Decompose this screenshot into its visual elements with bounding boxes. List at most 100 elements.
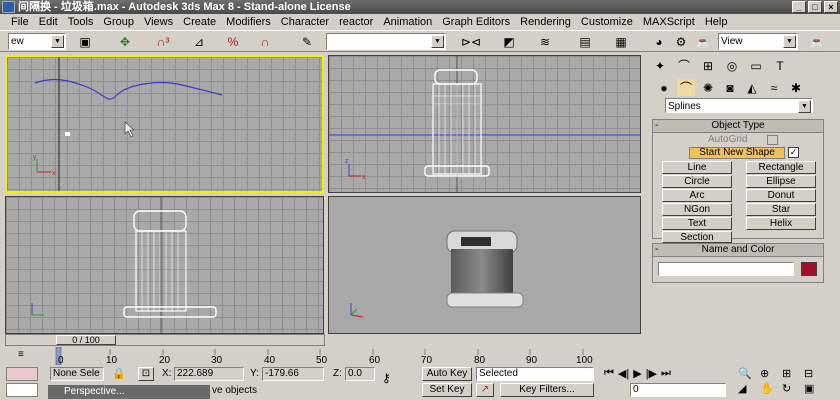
play-icon[interactable]: ▶: [633, 367, 641, 380]
circle-button[interactable]: Circle: [662, 175, 732, 188]
menu-group[interactable]: Group: [98, 16, 139, 28]
menu-create[interactable]: Create: [178, 16, 221, 28]
maximize-button[interactable]: □: [808, 1, 822, 13]
zoom-extents-icon[interactable]: ⊞: [782, 367, 804, 380]
menu-rendering[interactable]: Rendering: [515, 16, 576, 28]
section-button[interactable]: Section: [662, 231, 732, 243]
align-icon[interactable]: ◩: [500, 33, 518, 50]
maxscript-listener-pink[interactable]: [6, 367, 38, 381]
schematic-view-icon[interactable]: ▦: [612, 33, 630, 50]
set-key-button[interactable]: Set Key: [422, 383, 472, 397]
line-button[interactable]: Line: [662, 161, 732, 174]
z-coordinate-field[interactable]: 0.0: [345, 367, 375, 381]
spinner-snap-icon[interactable]: ∩: [256, 33, 274, 50]
x-coordinate-field[interactable]: 222.689: [174, 367, 244, 381]
create-tab-icon[interactable]: ✦: [651, 57, 669, 74]
edit-named-selection-icon[interactable]: ✎: [298, 33, 316, 50]
menu-modifiers[interactable]: Modifiers: [221, 16, 276, 28]
viewport-front[interactable]: x z: [328, 55, 641, 193]
utilities-tab-icon[interactable]: T: [771, 57, 789, 74]
key-icon[interactable]: ⚷: [382, 371, 391, 385]
maximize-viewport-icon[interactable]: ▣: [804, 382, 826, 395]
minimize-button[interactable]: _: [792, 1, 806, 13]
taskbar-perspective[interactable]: Perspective...: [48, 385, 210, 399]
curve-editor-icon[interactable]: ▤: [576, 33, 594, 50]
object-name-field[interactable]: [658, 262, 794, 276]
donut-button[interactable]: Donut: [746, 189, 816, 202]
menu-animation[interactable]: Animation: [378, 16, 437, 28]
goto-end-icon[interactable]: ⏭: [661, 367, 671, 380]
zoom-icon[interactable]: 🔍: [738, 367, 760, 380]
menu-edit[interactable]: Edit: [34, 16, 63, 28]
arc-button[interactable]: Arc: [662, 189, 732, 202]
menu-tools[interactable]: Tools: [63, 16, 99, 28]
mini-listener-icon[interactable]: ≡: [18, 349, 32, 361]
y-coordinate-field[interactable]: -179.66: [262, 367, 324, 381]
menu-customize[interactable]: Customize: [576, 16, 638, 28]
category-dropdown[interactable]: Splines ▼: [665, 98, 813, 113]
lights-icon[interactable]: ✺: [699, 79, 717, 96]
menu-character[interactable]: Character: [276, 16, 334, 28]
app-icon[interactable]: [2, 1, 15, 13]
menu-views[interactable]: Views: [139, 16, 178, 28]
close-button[interactable]: ×: [824, 1, 838, 13]
motion-tab-icon[interactable]: ◎: [723, 57, 741, 74]
space-warps-icon[interactable]: ≈: [765, 79, 783, 96]
menu-graph-editors[interactable]: Graph Editors: [437, 16, 515, 28]
menu-reactor[interactable]: reactor: [334, 16, 378, 28]
object-type-header[interactable]: - Object Type: [653, 120, 823, 133]
prev-frame-icon[interactable]: ◀|: [618, 367, 629, 380]
key-mode-dropdown[interactable]: Selected: [476, 367, 594, 381]
frame-counter[interactable]: 0 / 100: [56, 335, 116, 345]
autogrid-checkbox[interactable]: [767, 135, 778, 145]
ellipse-button[interactable]: Ellipse: [746, 175, 816, 188]
menu-help[interactable]: Help: [700, 16, 733, 28]
material-editor-icon[interactable]: ◕: [650, 33, 668, 50]
next-frame-icon[interactable]: |▶: [646, 367, 657, 380]
start-new-shape-checkbox[interactable]: ✓: [788, 147, 799, 158]
helix-button[interactable]: Helix: [746, 217, 816, 230]
angle-snap-icon[interactable]: ⊿: [190, 33, 208, 50]
menu-maxscript[interactable]: MAXScript: [638, 16, 700, 28]
shapes-icon[interactable]: ⌒: [677, 79, 695, 96]
cameras-icon[interactable]: ◙: [721, 79, 739, 96]
percent-snap-icon[interactable]: %: [224, 33, 242, 50]
render-scene-icon[interactable]: ⚙: [672, 33, 690, 50]
layer-manager-icon[interactable]: ≋: [536, 33, 554, 50]
object-color-swatch[interactable]: [801, 262, 817, 276]
hierarchy-tab-icon[interactable]: ⊞: [699, 57, 717, 74]
goto-start-icon[interactable]: ⏮: [604, 367, 614, 380]
viewport-perspective[interactable]: [328, 196, 641, 334]
maxscript-listener-white[interactable]: [6, 383, 38, 397]
zoom-all-icon[interactable]: ⊕: [760, 367, 782, 380]
rectangle-button[interactable]: Rectangle: [746, 161, 816, 174]
geometry-icon[interactable]: ●: [655, 79, 673, 96]
select-by-name-icon[interactable]: ▣: [76, 33, 94, 50]
mirror-icon[interactable]: ⊳⊲: [461, 33, 481, 50]
systems-icon[interactable]: ✱: [787, 79, 805, 96]
menu-file[interactable]: File: [6, 16, 34, 28]
viewport-top[interactable]: y x: [5, 55, 324, 193]
star-button[interactable]: Star: [746, 203, 816, 216]
pan-icon[interactable]: ✋: [760, 382, 782, 395]
named-selection-dropdown[interactable]: ▼: [326, 33, 446, 50]
render-last-icon[interactable]: ☕: [808, 33, 826, 50]
selection-filter-dropdown[interactable]: ew ▼: [8, 33, 66, 50]
orbit-icon[interactable]: ↻: [782, 382, 804, 395]
modify-tab-icon[interactable]: ⌒: [675, 57, 693, 74]
field-of-view-icon[interactable]: ◢: [738, 382, 760, 395]
render-type-dropdown[interactable]: View ▼: [718, 33, 798, 50]
ngon-button[interactable]: NGon: [662, 203, 732, 216]
key-filters-button[interactable]: Key Filters...: [500, 383, 594, 397]
viewport-left[interactable]: [5, 196, 324, 334]
move-icon[interactable]: ✥: [116, 33, 134, 50]
lock-icon[interactable]: 🔒: [112, 367, 126, 380]
name-and-color-header[interactable]: - Name and Color: [653, 244, 823, 257]
absolute-mode-icon[interactable]: ⊡: [138, 367, 154, 381]
zoom-extents-all-icon[interactable]: ⊟: [804, 367, 826, 380]
auto-key-button[interactable]: Auto Key: [422, 367, 472, 381]
helpers-icon[interactable]: ◭: [743, 79, 761, 96]
key-tangent-icon[interactable]: ↗: [476, 383, 494, 397]
snap-3d-icon[interactable]: ∩³: [154, 33, 172, 50]
display-tab-icon[interactable]: ▭: [747, 57, 765, 74]
